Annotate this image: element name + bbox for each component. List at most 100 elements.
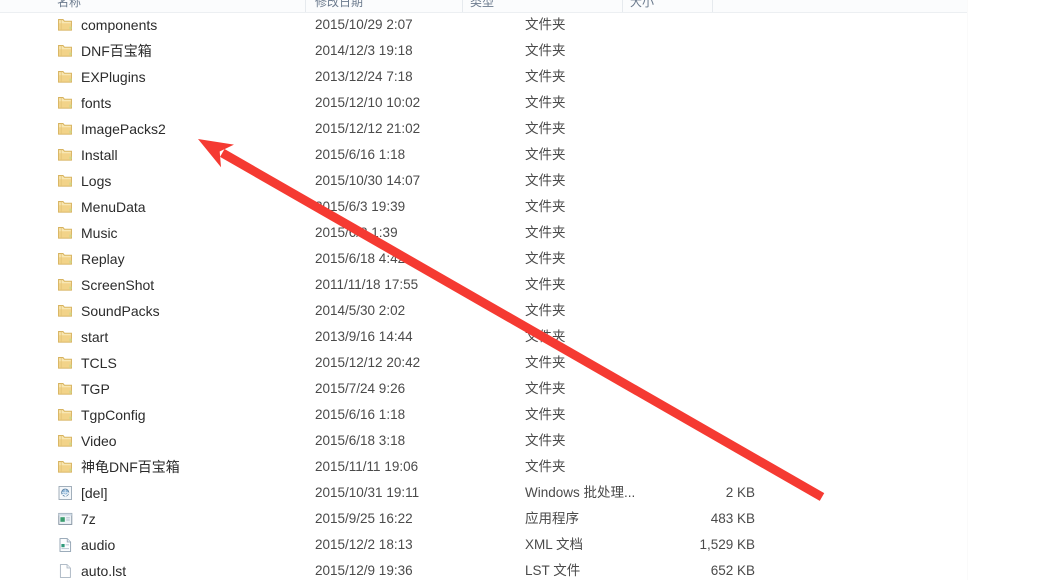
table-row[interactable]: audio 2015/12/2 18:13 XML 文档 1,529 KB xyxy=(0,532,967,558)
table-row[interactable]: Replay 2015/6/18 4:42 文件夹 xyxy=(0,246,967,272)
folder-icon xyxy=(57,95,74,111)
table-row[interactable]: 7z 2015/9/25 16:22 应用程序 483 KB xyxy=(0,506,967,532)
folder-icon xyxy=(57,381,74,397)
file-date-modified: 2015/10/31 19:11 xyxy=(315,485,420,500)
column-header-date-modified[interactable]: 修改日期 xyxy=(315,0,363,9)
file-name: TgpConfig xyxy=(81,407,146,423)
file-type: XML 文档 xyxy=(525,537,584,552)
table-row[interactable]: components 2015/10/29 2:07 文件夹 xyxy=(0,12,967,38)
table-row[interactable]: start 2013/9/16 14:44 文件夹 xyxy=(0,324,967,350)
right-pane-blank xyxy=(967,0,1044,580)
file-date-modified: 2015/10/29 2:07 xyxy=(315,17,413,32)
folder-icon xyxy=(57,199,74,215)
file-name: TCLS xyxy=(81,355,117,371)
file-date-modified: 2015/7/24 9:26 xyxy=(315,381,406,396)
file-type: 文件夹 xyxy=(525,407,566,422)
table-row[interactable]: ImagePacks2 2015/12/12 21:02 文件夹 xyxy=(0,116,967,142)
folder-icon xyxy=(57,329,74,345)
file-date-modified: 2015/6/8 1:39 xyxy=(315,225,398,240)
file-type: 文件夹 xyxy=(525,17,566,32)
table-row[interactable]: DNF百宝箱 2014/12/3 19:18 文件夹 xyxy=(0,38,967,64)
application-icon xyxy=(57,511,74,527)
folder-icon xyxy=(57,173,74,189)
folder-icon xyxy=(57,277,74,293)
generic-file-icon xyxy=(57,563,74,579)
table-row[interactable]: Logs 2015/10/30 14:07 文件夹 xyxy=(0,168,967,194)
pane-divider xyxy=(967,0,968,580)
file-date-modified: 2015/11/11 19:06 xyxy=(315,459,419,474)
file-date-modified: 2015/6/16 1:18 xyxy=(315,147,406,162)
file-type: 文件夹 xyxy=(525,381,566,396)
file-size: 1,529 KB xyxy=(699,537,755,552)
file-name: Install xyxy=(81,147,118,163)
file-name: TGP xyxy=(81,381,110,397)
file-date-modified: 2015/6/16 1:18 xyxy=(315,407,406,422)
file-type: 文件夹 xyxy=(525,173,566,188)
file-date-modified: 2015/10/30 14:07 xyxy=(315,173,421,188)
file-date-modified: 2015/12/9 19:36 xyxy=(315,563,413,578)
file-name: Logs xyxy=(81,173,112,189)
column-divider[interactable] xyxy=(712,0,713,12)
table-row[interactable]: [del] 2015/10/31 19:11 Windows 批处理... 2 KB xyxy=(0,480,967,506)
folder-icon xyxy=(57,147,74,163)
column-header-name[interactable]: 名称 xyxy=(57,0,81,9)
file-type: 文件夹 xyxy=(525,277,566,292)
column-header-size[interactable]: 大小 xyxy=(630,0,654,9)
table-row[interactable]: ScreenShot 2011/11/18 17:55 文件夹 xyxy=(0,272,967,298)
file-type: 文件夹 xyxy=(525,121,566,136)
table-row[interactable]: EXPlugins 2013/12/24 7:18 文件夹 xyxy=(0,64,967,90)
file-name: fonts xyxy=(81,95,112,111)
folder-icon xyxy=(57,433,74,449)
table-row[interactable]: TgpConfig 2015/6/16 1:18 文件夹 xyxy=(0,402,967,428)
file-date-modified: 2011/11/18 17:55 xyxy=(315,277,419,292)
file-date-modified: 2015/12/12 20:42 xyxy=(315,355,421,370)
file-name: Replay xyxy=(81,251,125,267)
file-date-modified: 2015/12/10 10:02 xyxy=(315,95,421,110)
table-row[interactable]: 神龟DNF百宝箱 2015/11/11 19:06 文件夹 xyxy=(0,454,967,480)
column-divider[interactable] xyxy=(462,0,463,12)
file-date-modified: 2013/9/16 14:44 xyxy=(315,329,413,344)
table-row[interactable]: auto.lst 2015/12/9 19:36 LST 文件 652 KB xyxy=(0,558,967,580)
table-row[interactable]: TGP 2015/7/24 9:26 文件夹 xyxy=(0,376,967,402)
file-name: Music xyxy=(81,225,118,241)
file-name: DNF百宝箱 xyxy=(81,43,152,59)
file-type: 文件夹 xyxy=(525,225,566,240)
file-type: 文件夹 xyxy=(525,459,566,474)
file-date-modified: 2015/6/3 19:39 xyxy=(315,199,406,214)
table-row[interactable]: Video 2015/6/18 3:18 文件夹 xyxy=(0,428,967,454)
file-size: 2 KB xyxy=(725,485,755,500)
file-date-modified: 2015/6/18 3:18 xyxy=(315,433,406,448)
file-type: 文件夹 xyxy=(525,95,566,110)
file-type: 文件夹 xyxy=(525,43,566,58)
table-row[interactable]: TCLS 2015/12/12 20:42 文件夹 xyxy=(0,350,967,376)
file-name: EXPlugins xyxy=(81,69,146,85)
file-date-modified: 2014/5/30 2:02 xyxy=(315,303,406,318)
column-header-type[interactable]: 类型 xyxy=(470,0,494,9)
batch-file-icon xyxy=(57,485,74,501)
file-type: 文件夹 xyxy=(525,199,566,214)
file-date-modified: 2015/12/2 18:13 xyxy=(315,537,413,552)
folder-icon xyxy=(57,17,74,33)
table-row[interactable]: SoundPacks 2014/5/30 2:02 文件夹 xyxy=(0,298,967,324)
file-type: 文件夹 xyxy=(525,147,566,162)
xml-file-icon xyxy=(57,537,74,553)
file-name: components xyxy=(81,17,158,33)
table-row[interactable]: Install 2015/6/16 1:18 文件夹 xyxy=(0,142,967,168)
table-row[interactable]: Music 2015/6/8 1:39 文件夹 xyxy=(0,220,967,246)
file-size: 483 KB xyxy=(710,511,755,526)
file-type: 应用程序 xyxy=(525,511,579,526)
folder-icon xyxy=(57,303,74,319)
file-type: 文件夹 xyxy=(525,329,566,344)
column-divider[interactable] xyxy=(622,0,623,12)
file-name: [del] xyxy=(81,485,108,501)
file-name: start xyxy=(81,329,109,345)
file-date-modified: 2013/12/24 7:18 xyxy=(315,69,413,84)
table-row[interactable]: fonts 2015/12/10 10:02 文件夹 xyxy=(0,90,967,116)
table-row[interactable]: MenuData 2015/6/3 19:39 文件夹 xyxy=(0,194,967,220)
column-divider[interactable] xyxy=(305,0,306,12)
file-name: 神龟DNF百宝箱 xyxy=(81,459,180,475)
file-size: 652 KB xyxy=(710,563,755,578)
file-type: 文件夹 xyxy=(525,433,566,448)
file-name: ImagePacks2 xyxy=(81,121,166,137)
folder-icon xyxy=(57,251,74,267)
